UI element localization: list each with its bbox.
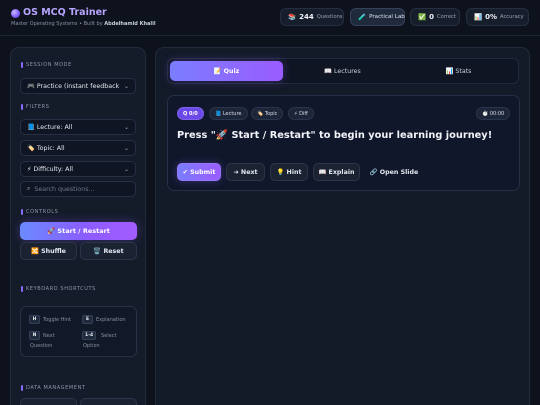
hint-shortcut-label: Toggle Hint	[43, 317, 71, 323]
sidebar: SESSION MODE 🎮 Practice (instant feedbac…	[10, 47, 146, 405]
hint-key: H	[29, 315, 40, 324]
app-subtitle: Master Operating Systems • Built by Abde…	[11, 21, 156, 27]
chart-icon: 📊	[474, 13, 483, 21]
tab-quiz[interactable]: 📝 Quiz	[170, 61, 283, 81]
explain-button[interactable]: 📖 Explain	[313, 163, 360, 181]
test-tube-icon: 🧪	[358, 13, 367, 21]
explain-shortcut-label: Explanation	[96, 317, 126, 323]
accuracy-stat: 📊 0% Accuracy	[466, 8, 529, 26]
questions-label: Questions	[316, 14, 343, 20]
select-shortcut-label: Select	[101, 333, 117, 339]
practical-lab-label: Practical Lab	[369, 14, 405, 20]
questions-stat: 📚 244 Questions	[280, 8, 344, 26]
difficulty-badge: ⚡ Diff	[288, 107, 314, 120]
correct-label: Correct	[436, 14, 456, 20]
session-mode-value: 🎮 Practice (instant feedback •	[27, 83, 121, 90]
practical-lab-button[interactable]: 🧪 Practical Lab	[350, 8, 405, 26]
chevron-down-icon: ⌄	[123, 123, 129, 131]
data-import-button[interactable]	[80, 398, 137, 405]
books-icon: 📚	[288, 13, 297, 21]
timer-badge: ⏱️ 00:00	[476, 107, 511, 120]
main-panel: 📝 Quiz 📖 Lectures 📊 Stats Q 0/0 📘 Lectur…	[155, 47, 530, 405]
difficulty-filter-value: ⚡ Difficulty: All	[27, 165, 73, 173]
accuracy-label: Accuracy	[499, 14, 524, 20]
open-slide-button[interactable]: 🔗 Open Slide	[366, 163, 422, 181]
session-mode-select[interactable]: 🎮 Practice (instant feedback • ⌄	[20, 78, 136, 94]
select-shortcut-label-2: Option	[83, 343, 100, 349]
lecture-badge: 📘 Lecture	[209, 107, 248, 120]
difficulty-filter-select[interactable]: ⚡ Difficulty: All ⌄	[20, 161, 136, 177]
chevron-down-icon: ⌄	[123, 165, 129, 173]
question-text: Press "🚀 Start / Restart" to begin your …	[177, 130, 493, 141]
data-management-title: DATA MANAGEMENT	[21, 385, 86, 391]
search-icon: ⌕	[27, 185, 31, 192]
filters-title: FILTERS	[21, 104, 50, 110]
brand-logo-icon	[11, 9, 20, 18]
lecture-filter-value: 📘 Lecture: All	[27, 124, 73, 131]
shortcuts-title: KEYBOARD SHORTCUTS	[21, 286, 96, 292]
correct-count: 0	[429, 13, 434, 21]
check-icon: ✅	[418, 13, 427, 21]
controls-title: CONTROLS	[21, 209, 58, 215]
select-key: 1-4	[82, 331, 97, 340]
question-card: Q 0/0 📘 Lecture 🏷️ Topic ⚡ Diff ⏱️ 00:00…	[167, 95, 520, 191]
search-box: ⌕	[20, 181, 136, 197]
hint-button[interactable]: 💡 Hint	[270, 163, 308, 181]
reset-button[interactable]: 🗑️ Reset	[80, 242, 137, 260]
correct-stat: ✅ 0 Correct	[410, 8, 460, 26]
chevron-down-icon: ⌄	[123, 144, 129, 152]
search-input[interactable]	[34, 185, 129, 193]
shortcuts-panel: H Toggle Hint E Explanation N Next Quest…	[20, 306, 137, 357]
subtitle-text: Master Operating Systems • Built by	[11, 21, 103, 27]
topic-badge: 🏷️ Topic	[251, 107, 284, 120]
header-divider	[0, 35, 540, 36]
tab-stats[interactable]: 📊 Stats	[402, 61, 515, 81]
next-shortcut-label: Next	[43, 333, 55, 339]
questions-count: 244	[299, 13, 314, 21]
author-name: Abdelhamid Khalil	[104, 21, 156, 27]
session-mode-title: SESSION MODE	[21, 62, 72, 68]
lecture-filter-select[interactable]: 📘 Lecture: All ⌄	[20, 119, 136, 135]
tab-lectures[interactable]: 📖 Lectures	[286, 61, 399, 81]
app-title: OS MCQ Trainer	[23, 7, 107, 18]
submit-button[interactable]: ✔ Submit	[177, 163, 221, 181]
shuffle-button[interactable]: 🔀 Shuffle	[20, 242, 77, 260]
data-export-button[interactable]	[20, 398, 77, 405]
topic-filter-value: 🏷️ Topic: All	[27, 145, 65, 152]
next-key: N	[29, 331, 40, 340]
explain-key: E	[82, 315, 93, 324]
topic-filter-select[interactable]: 🏷️ Topic: All ⌄	[20, 140, 136, 156]
next-button[interactable]: ➜ Next	[226, 163, 265, 181]
tab-bar: 📝 Quiz 📖 Lectures 📊 Stats	[167, 58, 519, 84]
chevron-down-icon: ⌄	[123, 82, 129, 90]
start-restart-button[interactable]: 🚀 Start / Restart	[20, 222, 137, 240]
next-shortcut-label-2: Question	[30, 343, 53, 349]
progress-badge: Q 0/0	[177, 107, 204, 120]
accuracy-value: 0%	[485, 13, 497, 21]
